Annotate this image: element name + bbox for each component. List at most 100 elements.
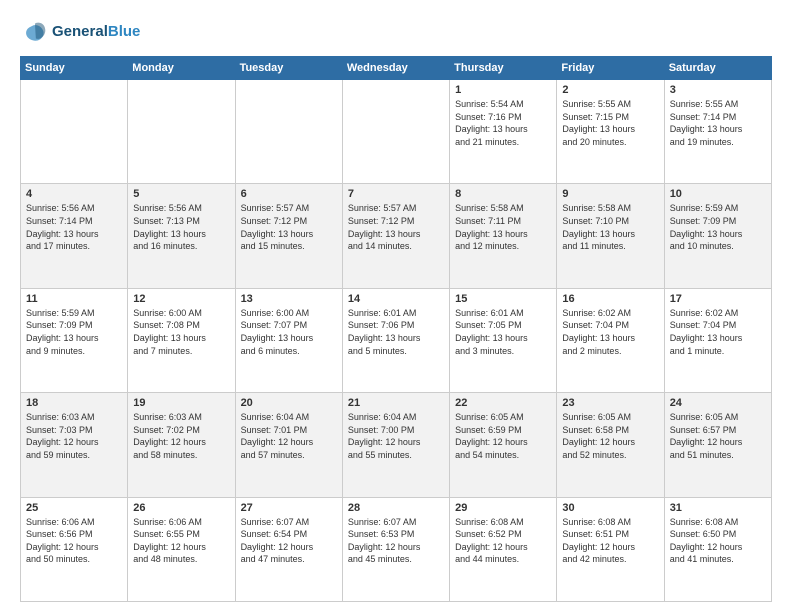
day-number: 1 [455,84,551,96]
day-cell-29: 29 Sunrise: 6:08 AM Sunset: 6:52 PM Dayli… [450,497,557,601]
day-cell-2: 2 Sunrise: 5:55 AM Sunset: 7:15 PM Daylig… [557,80,664,184]
day-number: 24 [670,397,766,409]
day-number: 25 [26,502,122,514]
day-number: 27 [241,502,337,514]
day-cell-9: 9 Sunrise: 5:58 AM Sunset: 7:10 PM Daylig… [557,184,664,288]
day-number: 26 [133,502,229,514]
day-info: Sunrise: 6:00 AM Sunset: 7:07 PM Dayligh… [241,307,337,357]
day-cell-18: 18Sunrise: 6:03 AM Sunset: 7:03 PM Dayli… [21,393,128,497]
day-info: Sunrise: 6:02 AM Sunset: 7:04 PM Dayligh… [670,307,766,357]
empty-cell [342,80,449,184]
day-info: Sunrise: 6:06 AM Sunset: 6:56 PM Dayligh… [26,516,122,566]
day-number: 15 [455,293,551,305]
weekday-header-saturday: Saturday [664,57,771,80]
day-number: 6 [241,188,337,200]
day-number: 29 [455,502,551,514]
logo-icon [20,18,48,46]
day-info: Sunrise: 5:55 AM Sunset: 7:14 PM Dayligh… [670,98,766,148]
day-number: 16 [562,293,658,305]
day-info: Sunrise: 5:54 AM Sunset: 7:16 PM Dayligh… [455,98,551,148]
day-info: Sunrise: 6:04 AM Sunset: 7:01 PM Dayligh… [241,411,337,461]
day-number: 23 [562,397,658,409]
day-number: 20 [241,397,337,409]
day-info: Sunrise: 6:03 AM Sunset: 7:02 PM Dayligh… [133,411,229,461]
weekday-header-row: SundayMondayTuesdayWednesdayThursdayFrid… [21,57,772,80]
weekday-header-monday: Monday [128,57,235,80]
day-cell-5: 5 Sunrise: 5:56 AM Sunset: 7:13 PM Daylig… [128,184,235,288]
day-info: Sunrise: 6:06 AM Sunset: 6:55 PM Dayligh… [133,516,229,566]
day-info: Sunrise: 6:00 AM Sunset: 7:08 PM Dayligh… [133,307,229,357]
day-info: Sunrise: 6:05 AM Sunset: 6:58 PM Dayligh… [562,411,658,461]
header: GeneralBlue [20,18,772,46]
empty-cell [21,80,128,184]
day-number: 10 [670,188,766,200]
day-number: 28 [348,502,444,514]
day-info: Sunrise: 5:56 AM Sunset: 7:13 PM Dayligh… [133,202,229,252]
day-number: 12 [133,293,229,305]
day-cell-28: 28 Sunrise: 6:07 AM Sunset: 6:53 PM Dayli… [342,497,449,601]
day-number: 2 [562,84,658,96]
day-number: 30 [562,502,658,514]
day-cell-11: 11 Sunrise: 5:59 AM Sunset: 7:09 PM Dayli… [21,288,128,392]
empty-cell [128,80,235,184]
day-number: 3 [670,84,766,96]
day-cell-20: 20 Sunrise: 6:04 AM Sunset: 7:01 PM Dayli… [235,393,342,497]
day-info: Sunrise: 6:03 AM Sunset: 7:03 PM Dayligh… [26,411,122,461]
day-number: 11 [26,293,122,305]
day-cell-24: 24 Sunrise: 6:05 AM Sunset: 6:57 PM Dayli… [664,393,771,497]
weekday-header-friday: Friday [557,57,664,80]
page: GeneralBlue SundayMondayTuesdayWednesday… [0,0,792,612]
week-row-4: 18Sunrise: 6:03 AM Sunset: 7:03 PM Dayli… [21,393,772,497]
day-info: Sunrise: 5:55 AM Sunset: 7:15 PM Dayligh… [562,98,658,148]
day-cell-16: 16 Sunrise: 6:02 AM Sunset: 7:04 PM Dayli… [557,288,664,392]
day-number: 21 [348,397,444,409]
day-info: Sunrise: 6:07 AM Sunset: 6:54 PM Dayligh… [241,516,337,566]
day-cell-26: 26 Sunrise: 6:06 AM Sunset: 6:55 PM Dayli… [128,497,235,601]
empty-cell [235,80,342,184]
logo-text: GeneralBlue [52,23,140,40]
day-info: Sunrise: 6:01 AM Sunset: 7:05 PM Dayligh… [455,307,551,357]
day-info: Sunrise: 6:08 AM Sunset: 6:51 PM Dayligh… [562,516,658,566]
day-info: Sunrise: 5:57 AM Sunset: 7:12 PM Dayligh… [348,202,444,252]
day-cell-21: 21Sunrise: 6:04 AM Sunset: 7:00 PM Dayli… [342,393,449,497]
day-cell-12: 12 Sunrise: 6:00 AM Sunset: 7:08 PM Dayli… [128,288,235,392]
day-cell-14: 14 Sunrise: 6:01 AM Sunset: 7:06 PM Dayli… [342,288,449,392]
week-row-3: 11 Sunrise: 5:59 AM Sunset: 7:09 PM Dayli… [21,288,772,392]
day-cell-19: 19 Sunrise: 6:03 AM Sunset: 7:02 PM Dayli… [128,393,235,497]
weekday-header-sunday: Sunday [21,57,128,80]
day-cell-22: 22Sunrise: 6:05 AM Sunset: 6:59 PM Dayli… [450,393,557,497]
day-cell-6: 6 Sunrise: 5:57 AM Sunset: 7:12 PM Daylig… [235,184,342,288]
day-info: Sunrise: 6:07 AM Sunset: 6:53 PM Dayligh… [348,516,444,566]
day-cell-4: 4Sunrise: 5:56 AM Sunset: 7:14 PM Daylig… [21,184,128,288]
day-cell-3: 3 Sunrise: 5:55 AM Sunset: 7:14 PM Daylig… [664,80,771,184]
day-number: 31 [670,502,766,514]
day-number: 5 [133,188,229,200]
day-info: Sunrise: 6:05 AM Sunset: 6:57 PM Dayligh… [670,411,766,461]
day-info: Sunrise: 6:02 AM Sunset: 7:04 PM Dayligh… [562,307,658,357]
day-cell-30: 30 Sunrise: 6:08 AM Sunset: 6:51 PM Dayli… [557,497,664,601]
week-row-5: 25 Sunrise: 6:06 AM Sunset: 6:56 PM Dayli… [21,497,772,601]
day-info: Sunrise: 5:59 AM Sunset: 7:09 PM Dayligh… [26,307,122,357]
day-number: 4 [26,188,122,200]
day-info: Sunrise: 5:58 AM Sunset: 7:10 PM Dayligh… [562,202,658,252]
day-number: 14 [348,293,444,305]
day-cell-17: 17Sunrise: 6:02 AM Sunset: 7:04 PM Dayli… [664,288,771,392]
day-number: 7 [348,188,444,200]
day-cell-13: 13Sunrise: 6:00 AM Sunset: 7:07 PM Dayli… [235,288,342,392]
weekday-header-thursday: Thursday [450,57,557,80]
day-cell-7: 7 Sunrise: 5:57 AM Sunset: 7:12 PM Daylig… [342,184,449,288]
day-number: 19 [133,397,229,409]
day-info: Sunrise: 5:57 AM Sunset: 7:12 PM Dayligh… [241,202,337,252]
day-cell-1: 1 Sunrise: 5:54 AM Sunset: 7:16 PM Daylig… [450,80,557,184]
day-cell-8: 8Sunrise: 5:58 AM Sunset: 7:11 PM Daylig… [450,184,557,288]
week-row-1: 1 Sunrise: 5:54 AM Sunset: 7:16 PM Daylig… [21,80,772,184]
day-info: Sunrise: 6:01 AM Sunset: 7:06 PM Dayligh… [348,307,444,357]
day-info: Sunrise: 6:08 AM Sunset: 6:52 PM Dayligh… [455,516,551,566]
weekday-header-wednesday: Wednesday [342,57,449,80]
day-number: 9 [562,188,658,200]
day-info: Sunrise: 6:08 AM Sunset: 6:50 PM Dayligh… [670,516,766,566]
logo: GeneralBlue [20,18,140,46]
day-cell-25: 25 Sunrise: 6:06 AM Sunset: 6:56 PM Dayli… [21,497,128,601]
day-cell-31: 31 Sunrise: 6:08 AM Sunset: 6:50 PM Dayli… [664,497,771,601]
day-cell-10: 10Sunrise: 5:59 AM Sunset: 7:09 PM Dayli… [664,184,771,288]
